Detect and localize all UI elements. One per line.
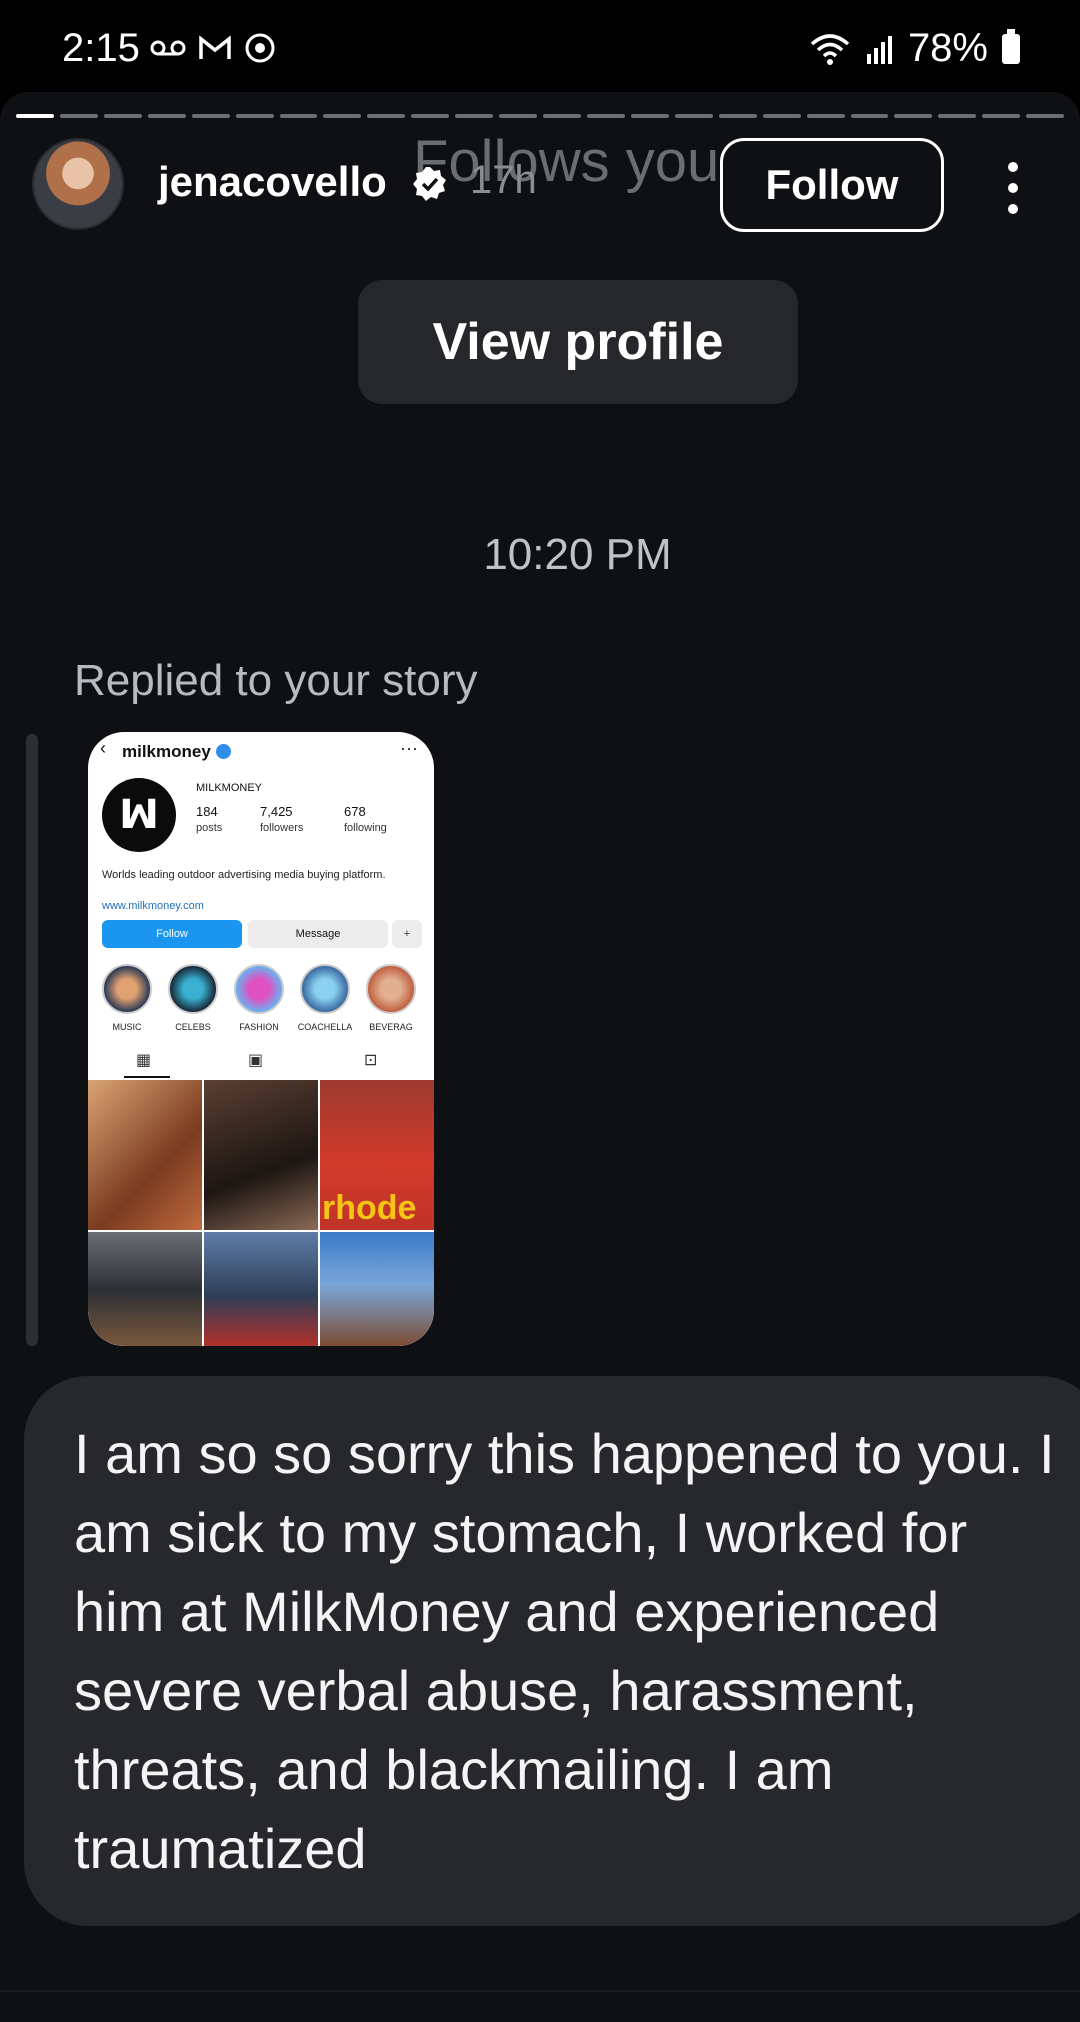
gmail-icon — [199, 35, 231, 59]
reels-icon: ▣ — [248, 1052, 264, 1069]
battery-icon — [1002, 28, 1020, 64]
status-time: 2:15 — [62, 26, 140, 70]
story-follow-button: Follow — [102, 920, 242, 948]
highlight-label: FASHION — [239, 1022, 279, 1032]
signal-icon — [866, 35, 892, 64]
grid-post: rhode — [320, 1080, 434, 1230]
replied-to-story-label: Replied to your story — [74, 656, 478, 705]
grid-post — [88, 1232, 202, 1346]
highlight-coachella — [300, 964, 350, 1014]
story-stat-following: 678 following — [344, 804, 387, 834]
highlight-beverage — [366, 964, 416, 1014]
story-link: www.milkmoney.com — [102, 900, 204, 912]
grid-post — [204, 1232, 318, 1346]
story-display-name: MILKMONEY — [196, 782, 263, 794]
avatar[interactable] — [32, 138, 124, 230]
grid-post — [88, 1080, 202, 1230]
story-verified-icon — [216, 744, 231, 759]
story-thumbnail[interactable]: ‹ milkmoney ··· ꟽ MILKMONEY 184 posts 7,4… — [88, 732, 434, 1346]
story-stat-posts: 184 posts — [196, 804, 223, 834]
story-more-icon: ··· — [400, 738, 418, 758]
back-arrow-icon: ‹ — [100, 738, 106, 758]
tagged-icon: ⊡ — [364, 1052, 378, 1069]
reply-quote-bar — [26, 734, 38, 1346]
grid-icon: ▦ — [136, 1052, 152, 1069]
verified-badge-icon — [413, 167, 446, 201]
highlight-label: BEVERAG — [369, 1022, 413, 1032]
wifi-icon — [810, 33, 850, 65]
voicemail-icon — [150, 40, 186, 56]
battery-percent: 78% — [907, 26, 988, 70]
story-stat-followers: 7,425 followers — [260, 804, 304, 834]
message-text: I am so so sorry this happened to you. I… — [74, 1422, 1055, 1880]
story-progress-bar — [16, 114, 1065, 118]
more-options-icon[interactable] — [996, 162, 1030, 214]
message-timestamp: 10:20 PM — [483, 530, 672, 579]
view-profile-button[interactable]: View profile — [358, 280, 798, 404]
story-message-button: Message — [248, 920, 388, 948]
grid-post — [204, 1080, 318, 1230]
story-viewer: Follows you jenacovello 17h Follow View … — [0, 92, 1080, 2022]
highlight-fashion — [234, 964, 284, 1014]
story-profile-header: ‹ milkmoney ··· — [88, 732, 434, 772]
post-time-ago: 17h — [470, 158, 537, 202]
highlight-label: MUSIC — [112, 1022, 142, 1032]
story-handle: milkmoney — [122, 742, 211, 761]
highlight-celebs — [168, 964, 218, 1014]
instagram-icon — [245, 33, 275, 63]
message-bubble[interactable]: I am so so sorry this happened to you. I… — [24, 1376, 1080, 1926]
story-profile-tabs: ▦ ▣ ⊡ — [88, 1046, 434, 1078]
highlight-label: COACHELLA — [297, 1022, 353, 1032]
username[interactable]: jenacovello — [158, 158, 387, 206]
highlight-label: CELEBS — [175, 1022, 211, 1032]
notification-icons — [150, 32, 276, 64]
highlight-music — [102, 964, 152, 1014]
status-bar: 2:15 78% — [0, 0, 1080, 92]
status-right: 78% — [808, 26, 1020, 71]
milkmoney-logo-icon: ꟽ — [102, 778, 176, 852]
story-bio: Worlds leading outdoor advertising media… — [102, 869, 386, 881]
rhode-text: rhode — [322, 1189, 417, 1227]
story-post-grid: rhode — [88, 1080, 434, 1346]
story-add-user-icon: + — [392, 920, 422, 948]
grid-post — [320, 1232, 434, 1346]
divider — [0, 1990, 1080, 1992]
follow-button[interactable]: Follow — [720, 138, 944, 232]
